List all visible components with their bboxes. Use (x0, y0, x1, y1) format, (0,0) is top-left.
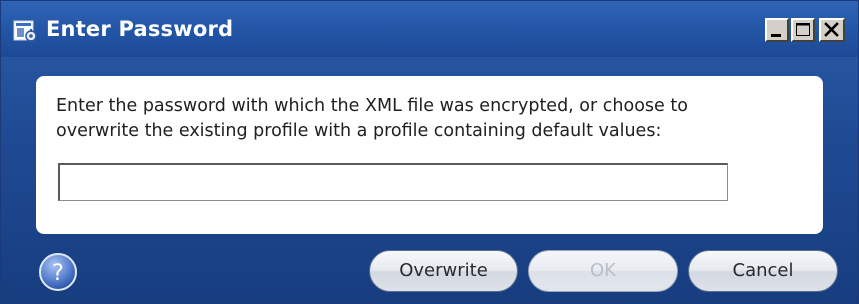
dialog-window: Enter Password Enter the password with w… (0, 0, 859, 304)
title-bar[interactable]: Enter Password (1, 1, 858, 57)
close-icon (824, 22, 839, 37)
message-panel: Enter the password with which the XML fi… (36, 76, 823, 234)
help-icon[interactable]: ? (38, 252, 78, 292)
password-input[interactable] (58, 163, 728, 201)
minimize-icon (771, 34, 781, 37)
window-title: Enter Password (46, 17, 234, 41)
cancel-button[interactable]: Cancel (688, 250, 838, 292)
instruction-text: Enter the password with which the XML fi… (56, 96, 688, 141)
maximize-button[interactable] (791, 18, 815, 42)
overwrite-button[interactable]: Overwrite (369, 250, 518, 292)
app-icon (13, 20, 37, 42)
minimize-button[interactable] (765, 18, 789, 42)
ok-button[interactable]: OK (528, 250, 678, 292)
svg-text:?: ? (52, 261, 64, 286)
close-button[interactable] (819, 18, 845, 42)
maximize-icon (796, 23, 810, 36)
